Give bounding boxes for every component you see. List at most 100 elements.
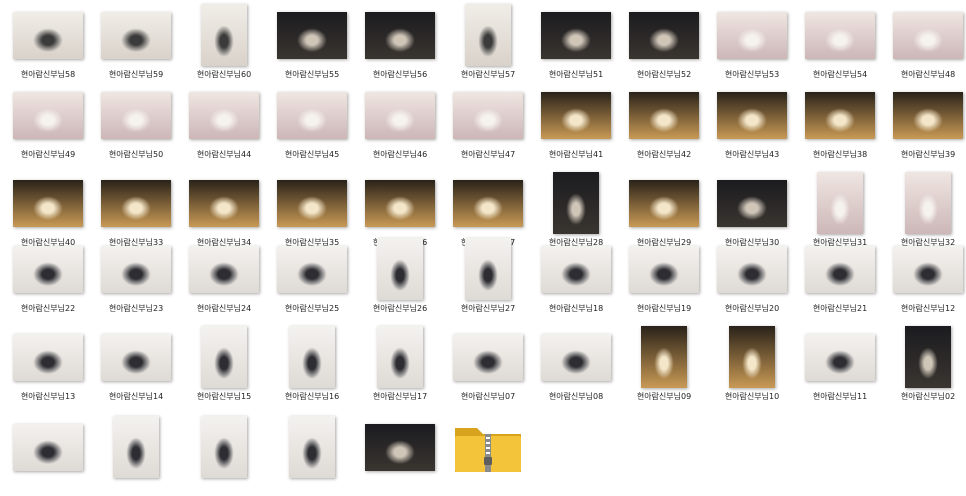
image-file-item[interactable]: 현아람신부님25 <box>268 236 356 318</box>
image-file-item[interactable]: 현아람신부님12 <box>884 236 966 318</box>
thumbnail-frame <box>620 236 708 302</box>
image-file-item[interactable]: 현아람신부님09 <box>620 324 708 406</box>
image-thumbnail <box>465 4 511 66</box>
image-file-item[interactable]: 현아람신부님07 <box>444 324 532 406</box>
thumbnail-frame <box>796 2 884 68</box>
image-thumbnail <box>717 179 787 227</box>
image-file-item[interactable]: 현아람신부님50 <box>92 82 180 164</box>
thumbnail-frame <box>180 414 268 480</box>
image-file-item[interactable]: 현아람신부님02 <box>884 324 966 406</box>
thumbnail-frame <box>92 2 180 68</box>
file-name-label: 현아람신부님52 <box>636 70 692 79</box>
thumbnail-frame <box>268 236 356 302</box>
image-thumbnail <box>101 11 171 59</box>
image-file-item[interactable]: 현아람신부님48 <box>884 2 966 84</box>
image-thumbnail <box>805 11 875 59</box>
image-file-item[interactable]: 현아람신부님59 <box>92 2 180 84</box>
image-file-item[interactable]: 현아람신부님21 <box>796 236 884 318</box>
thumbnail-frame <box>444 236 532 302</box>
file-name-label: 현아람신부님26 <box>372 304 428 313</box>
image-file-item[interactable]: 현아람신부님39 <box>884 82 966 164</box>
image-file-item[interactable]: 현아람신부님42 <box>620 82 708 164</box>
image-thumbnail <box>101 333 171 381</box>
image-file-item[interactable]: 현아람신부님16 <box>268 324 356 406</box>
image-file-item[interactable] <box>268 414 356 496</box>
image-file-item[interactable]: 현아람신부님38 <box>796 82 884 164</box>
thumbnail-frame <box>796 82 884 148</box>
image-file-item[interactable]: 현아람신부님17 <box>356 324 444 406</box>
thumbnail-frame <box>708 170 796 236</box>
image-file-item[interactable]: 현아람신부님60 <box>180 2 268 84</box>
image-file-item[interactable]: 현아람신부님11 <box>796 324 884 406</box>
file-name-label: 현아람신부님38 <box>812 150 868 159</box>
image-file-item[interactable]: 현아람신부님56 <box>356 2 444 84</box>
image-thumbnail <box>289 326 335 388</box>
image-file-item[interactable]: 현아람신부님10 <box>708 324 796 406</box>
image-file-item[interactable]: 현아람신부님58 <box>4 2 92 84</box>
image-file-item[interactable]: 현아람신부님20 <box>708 236 796 318</box>
image-file-item[interactable]: 현아람신부님15 <box>180 324 268 406</box>
image-file-item[interactable]: 현아람신부님27 <box>444 236 532 318</box>
image-file-item[interactable]: 현아람신부님44 <box>180 82 268 164</box>
image-file-item[interactable]: 현아람신부님41 <box>532 82 620 164</box>
thumbnail-frame <box>180 170 268 236</box>
image-thumbnail <box>453 91 523 139</box>
file-name-label: 현아람신부님47 <box>460 150 516 159</box>
image-file-item[interactable] <box>356 414 444 496</box>
image-thumbnail <box>113 416 159 478</box>
image-file-item[interactable]: 현아람신부님51 <box>532 2 620 84</box>
file-name-label: 현아람신부님25 <box>284 304 340 313</box>
image-thumbnail <box>101 179 171 227</box>
image-file-item[interactable]: 현아람신부님47 <box>444 82 532 164</box>
thumbnail-frame <box>532 236 620 302</box>
file-name-label: 현아람신부님42 <box>636 150 692 159</box>
image-thumbnail <box>277 11 347 59</box>
image-file-item[interactable]: 현아람신부님22 <box>4 236 92 318</box>
image-file-item[interactable]: 현아람신부님54 <box>796 2 884 84</box>
image-file-item[interactable]: 현아람신부님18 <box>532 236 620 318</box>
file-name-label: 현아람신부님10 <box>724 392 780 401</box>
image-thumbnail <box>541 245 611 293</box>
image-file-item[interactable]: 현아람신부님14 <box>92 324 180 406</box>
image-file-item[interactable]: 현아람신부님43 <box>708 82 796 164</box>
image-file-item[interactable]: 현아람신부님53 <box>708 2 796 84</box>
image-thumbnail <box>541 333 611 381</box>
image-file-item[interactable]: 현아람신부님23 <box>92 236 180 318</box>
file-name-label: 현아람신부님19 <box>636 304 692 313</box>
image-file-item[interactable]: 현아람신부님24 <box>180 236 268 318</box>
thumbnail-frame <box>4 2 92 68</box>
image-file-item[interactable] <box>92 414 180 496</box>
image-thumbnail <box>893 91 963 139</box>
thumbnail-frame <box>4 82 92 148</box>
thumbnail-frame <box>796 170 884 236</box>
file-name-label: 현아람신부님43 <box>724 150 780 159</box>
thumbnail-frame <box>884 324 966 390</box>
file-name-label: 현아람신부님53 <box>724 70 780 79</box>
image-file-item[interactable]: 현아람신부님55 <box>268 2 356 84</box>
image-file-item[interactable]: 현아람신부님52 <box>620 2 708 84</box>
image-thumbnail <box>805 245 875 293</box>
file-name-label: 현아람신부님09 <box>636 392 692 401</box>
image-thumbnail <box>629 11 699 59</box>
image-file-item[interactable]: 현아람신부님08 <box>532 324 620 406</box>
image-file-item[interactable]: 현아람신부님13 <box>4 324 92 406</box>
image-file-item[interactable]: 현아람신부님46 <box>356 82 444 164</box>
thumbnail-frame <box>356 414 444 480</box>
image-file-item[interactable]: 현아람신부님26 <box>356 236 444 318</box>
image-file-item[interactable] <box>180 414 268 496</box>
image-thumbnail <box>201 326 247 388</box>
zip-folder-icon <box>455 428 521 472</box>
file-name-label: 현아람신부님51 <box>548 70 604 79</box>
image-file-item[interactable]: 현아람신부님57 <box>444 2 532 84</box>
file-name-label: 현아람신부님18 <box>548 304 604 313</box>
image-file-item[interactable]: 현아람신부님49 <box>4 82 92 164</box>
image-file-item[interactable] <box>4 414 92 496</box>
image-file-item[interactable]: 현아람신부님45 <box>268 82 356 164</box>
zip-file-item[interactable] <box>444 414 532 496</box>
thumbnail-frame <box>708 236 796 302</box>
image-thumbnail <box>13 179 83 227</box>
file-name-label: 현아람신부님60 <box>196 70 252 79</box>
file-name-label: 현아람신부님11 <box>812 392 868 401</box>
image-file-item[interactable]: 현아람신부님19 <box>620 236 708 318</box>
image-thumbnail <box>893 11 963 59</box>
